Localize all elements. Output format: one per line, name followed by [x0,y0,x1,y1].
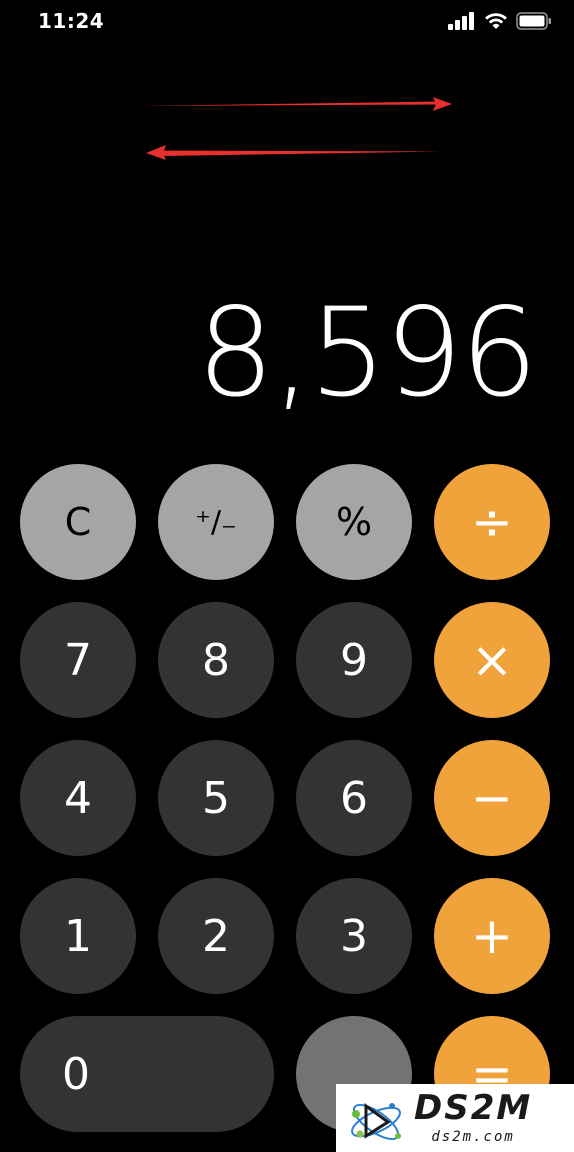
watermark-url: ds2m.com [431,1129,515,1145]
divide-button[interactable]: ÷ [434,464,550,580]
watermark: DS2M ds2m.com [336,1084,574,1152]
multiply-button[interactable]: × [434,602,550,718]
digit-2-button[interactable]: 2 [158,878,274,994]
watermark-brand: DS2M [414,1088,533,1128]
ds2m-logo-icon [351,1103,401,1141]
clear-button[interactable]: C [20,464,136,580]
subtract-button[interactable]: − [434,740,550,856]
digit-9-button[interactable]: 9 [296,602,412,718]
status-icons [448,12,552,30]
status-time: 11:24 [38,9,105,33]
add-button[interactable]: + [434,878,550,994]
arrow-right-icon [138,97,452,111]
digit-3-button[interactable]: 3 [296,878,412,994]
percent-button[interactable]: % [296,464,412,580]
annotation-arrows [138,97,452,160]
status-bar: 11:24 [0,0,574,44]
sign-toggle-button[interactable]: ⁺∕₋ [158,464,274,580]
digit-7-button[interactable]: 7 [20,602,136,718]
wifi-icon [485,13,507,29]
cellular-signal-icon [448,12,474,30]
digit-8-button[interactable]: 8 [158,602,274,718]
digit-6-button[interactable]: 6 [296,740,412,856]
digit-5-button[interactable]: 5 [158,740,274,856]
calculator-display: 8,596 [196,282,538,424]
arrow-left-icon [146,145,440,160]
battery-icon [516,12,551,30]
digit-4-button[interactable]: 4 [20,740,136,856]
digit-1-button[interactable]: 1 [20,878,136,994]
digit-0-button[interactable]: 0 [20,1016,274,1132]
